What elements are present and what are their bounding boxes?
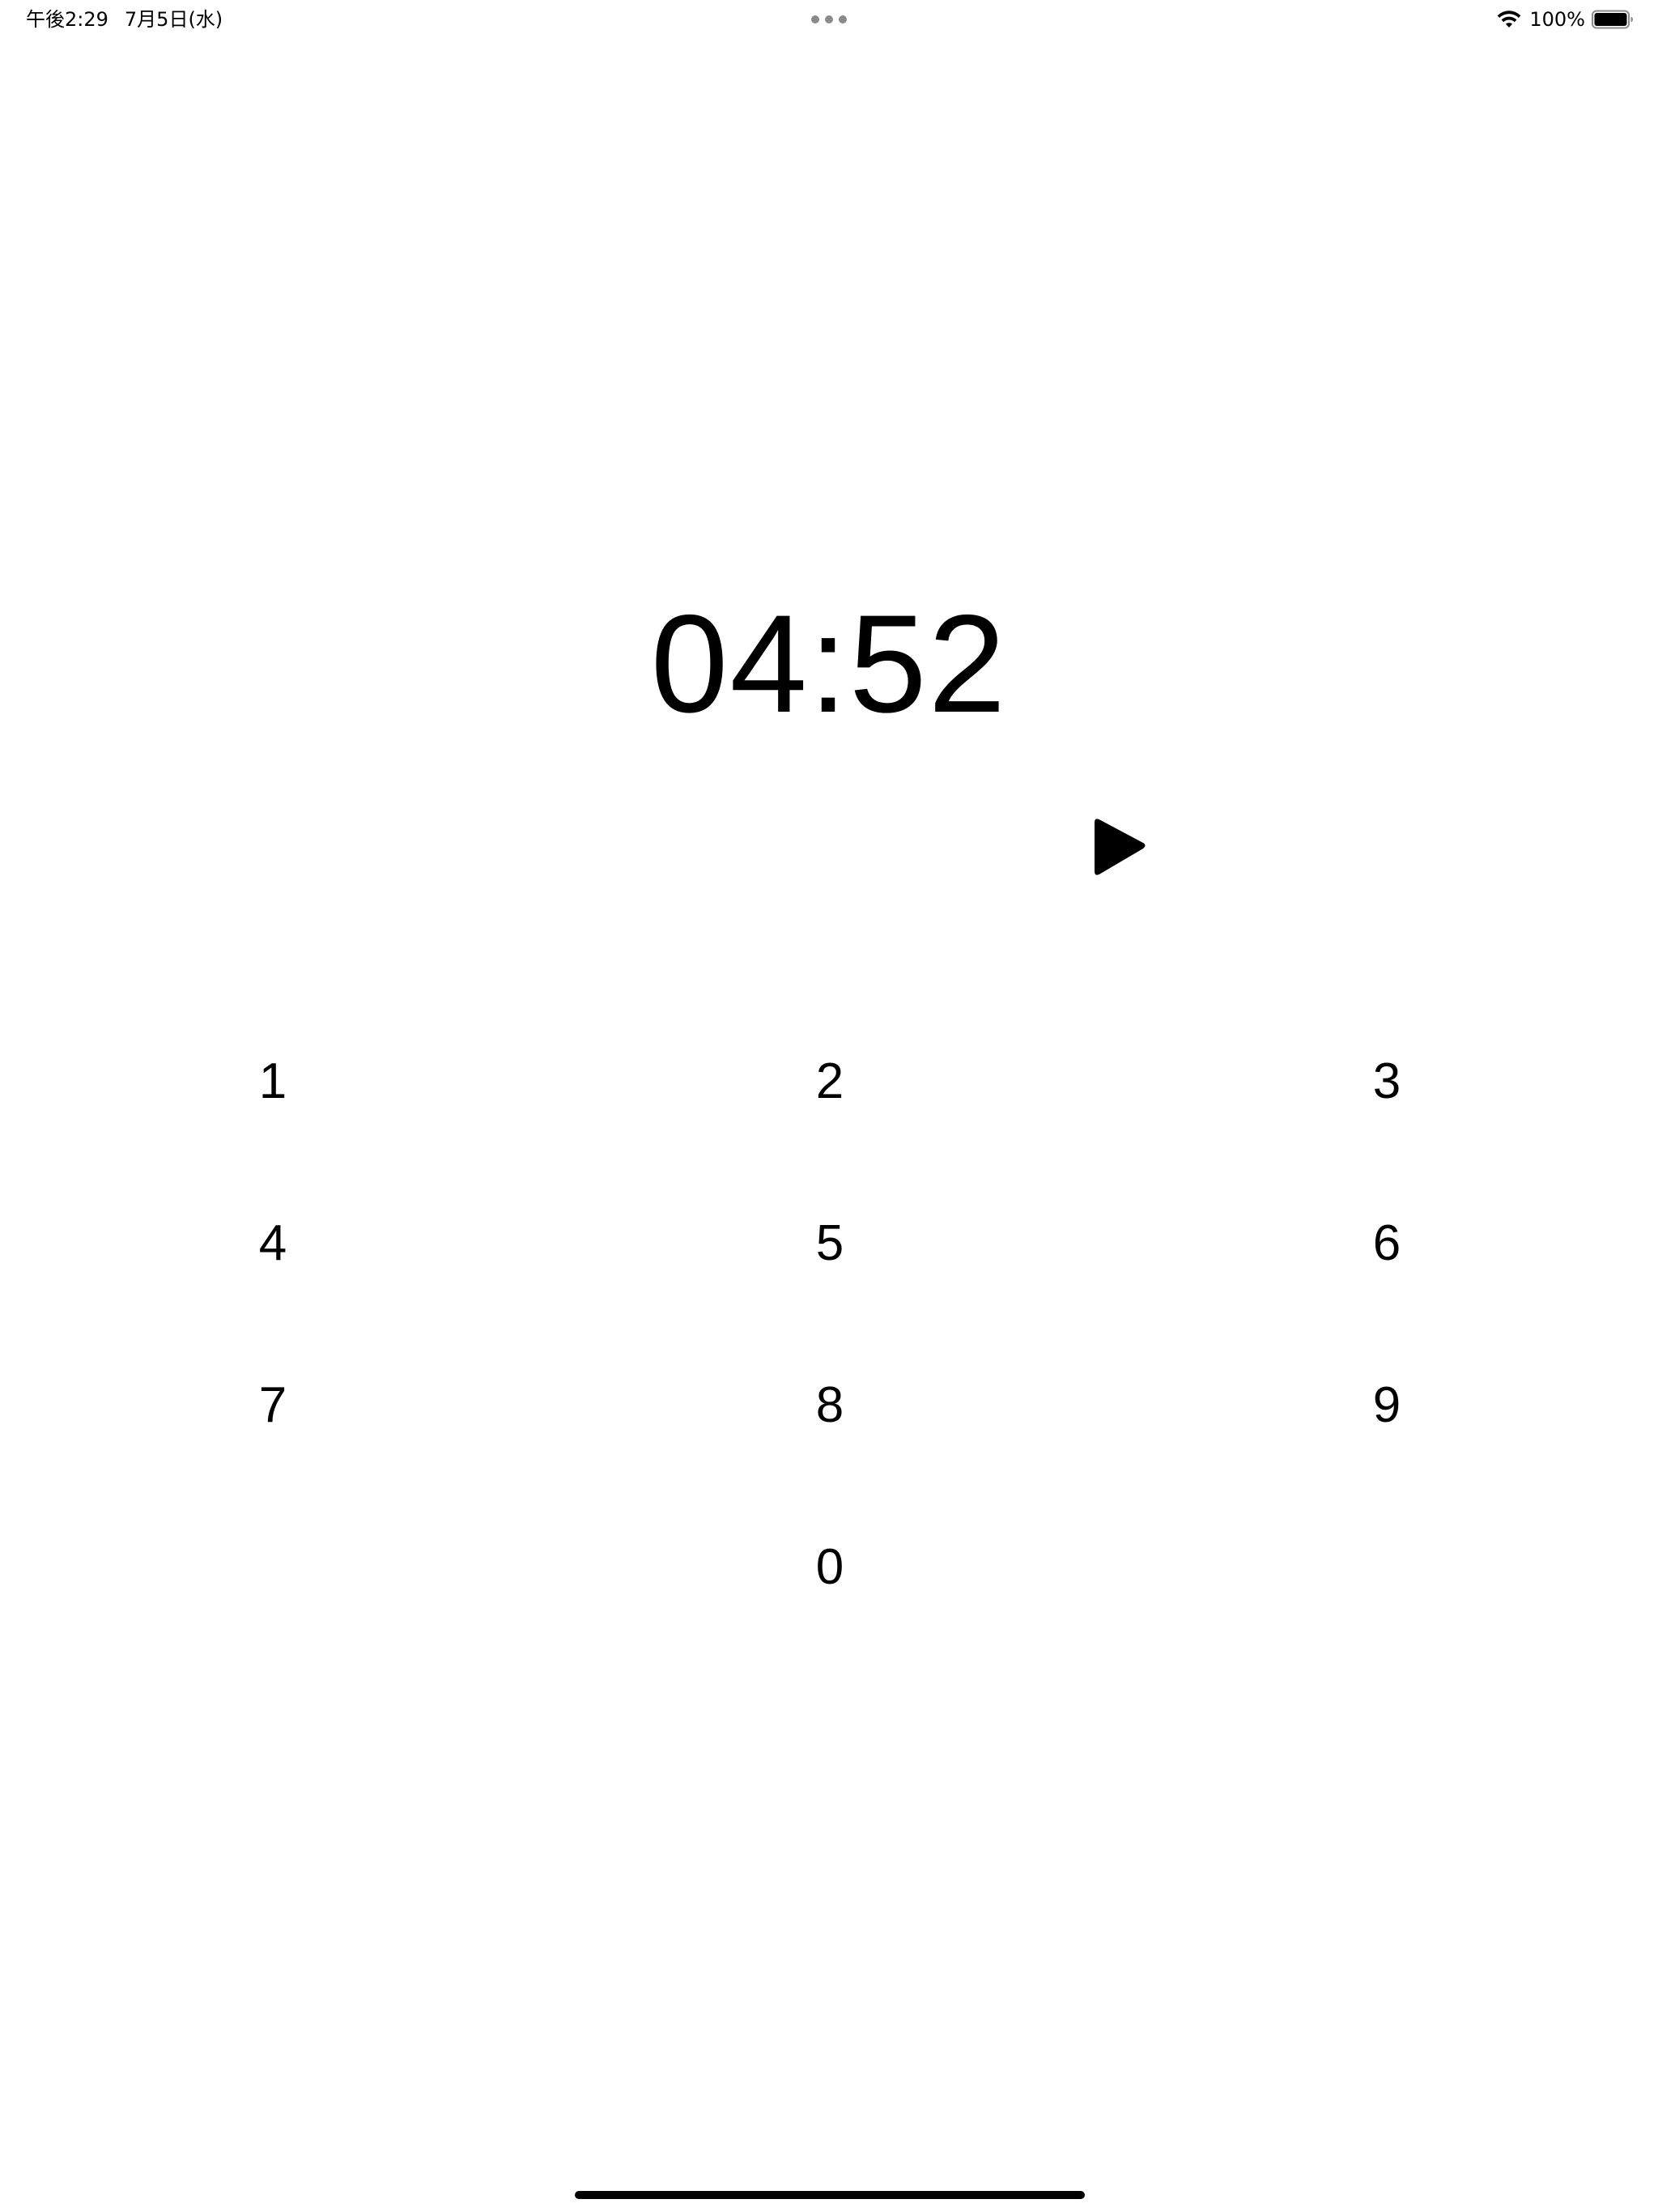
- keypad-key-6[interactable]: 6: [1322, 1198, 1452, 1287]
- status-date: 7月5日(水): [124, 8, 223, 31]
- keypad-key-3[interactable]: 3: [1322, 1036, 1452, 1125]
- keypad-key-0[interactable]: 0: [765, 1522, 895, 1611]
- home-indicator[interactable]: [575, 2191, 1085, 2199]
- keypad-key-8[interactable]: 8: [765, 1360, 895, 1449]
- number-keypad: 1 2 3 4 5 6 7 8 9 0: [0, 0, 1658, 2212]
- keypad-key-2[interactable]: 2: [765, 1036, 895, 1125]
- timer-display: 04:52: [650, 586, 1008, 742]
- keypad-key-1[interactable]: 1: [208, 1036, 338, 1125]
- status-bar: 午後2:29 7月5日(水) 100%: [0, 0, 1658, 39]
- status-time-date: 午後2:29 7月5日(水): [26, 7, 223, 32]
- play-button[interactable]: [1090, 816, 1148, 878]
- keypad-key-9[interactable]: 9: [1322, 1360, 1452, 1449]
- battery-icon: [1592, 10, 1633, 29]
- keypad-key-4[interactable]: 4: [208, 1198, 338, 1287]
- keypad-key-5[interactable]: 5: [765, 1198, 895, 1287]
- wifi-icon: [1497, 11, 1521, 28]
- dot: [825, 15, 833, 23]
- play-icon: [1095, 819, 1146, 875]
- dot: [839, 15, 847, 23]
- keypad-key-7[interactable]: 7: [208, 1360, 338, 1449]
- status-time: 午後2:29: [26, 8, 108, 31]
- dot: [811, 15, 819, 23]
- battery-percent: 100%: [1529, 8, 1585, 31]
- multitasking-dots-icon[interactable]: [811, 15, 847, 24]
- status-indicators: 100%: [1497, 7, 1634, 32]
